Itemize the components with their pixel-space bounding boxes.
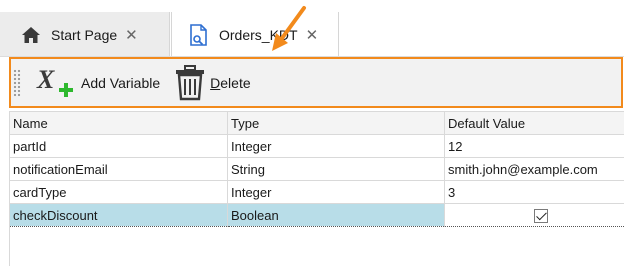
trash-icon	[176, 64, 205, 100]
toolbar-grip[interactable]	[13, 68, 21, 97]
table-row[interactable]: notificationEmail String smith.john@exam…	[9, 157, 624, 181]
tab-orders[interactable]: Orders_KDT ✕	[171, 12, 339, 57]
table-row[interactable]: cardType Integer 3	[9, 180, 624, 204]
cell-default[interactable]: smith.john@example.com	[444, 157, 624, 181]
grid-left-border	[9, 134, 10, 266]
database-document-icon	[188, 23, 210, 46]
variables-table: Name Type Default Value partId Integer 1…	[9, 111, 624, 227]
cell-default[interactable]	[444, 203, 624, 227]
column-header-name[interactable]: Name	[9, 111, 228, 135]
table-row-selected[interactable]: checkDiscount Boolean	[9, 203, 624, 227]
cell-name[interactable]: checkDiscount	[9, 203, 228, 227]
cell-type[interactable]: Integer	[227, 180, 445, 204]
cell-name[interactable]: partId	[9, 134, 228, 158]
toolbar: X Add Variable Delete	[9, 57, 623, 108]
svg-text:X: X	[36, 65, 55, 94]
cell-type[interactable]: Boolean	[227, 203, 445, 227]
cell-type[interactable]: Integer	[227, 134, 445, 158]
tab-label: Start Page	[51, 26, 118, 43]
table-row[interactable]: partId Integer 12	[9, 134, 624, 158]
cell-type[interactable]: String	[227, 157, 445, 181]
tab-bar: Start Page ✕ Orders_KDT ✕	[0, 0, 624, 57]
column-header-default-value[interactable]: Default Value	[444, 111, 624, 135]
home-icon	[20, 24, 42, 46]
add-variable-label: Add Variable	[81, 74, 161, 91]
tab-start-page[interactable]: Start Page ✕	[0, 12, 170, 57]
table-header-row: Name Type Default Value	[9, 111, 624, 135]
cell-default[interactable]: 3	[444, 180, 624, 204]
cell-name[interactable]: cardType	[9, 180, 228, 204]
add-variable-icon: X	[36, 65, 73, 97]
delete-button[interactable]: Delete	[170, 64, 254, 102]
add-variable-button[interactable]: X Add Variable	[31, 64, 164, 102]
column-header-type[interactable]: Type	[227, 111, 445, 135]
delete-label: Delete	[210, 74, 251, 91]
pointer-arrow-icon	[272, 6, 306, 51]
default-value-checkbox[interactable]	[534, 208, 548, 223]
close-icon[interactable]: ✕	[125, 26, 138, 44]
cell-name[interactable]: notificationEmail	[9, 157, 228, 181]
cell-default[interactable]: 12	[444, 134, 624, 158]
